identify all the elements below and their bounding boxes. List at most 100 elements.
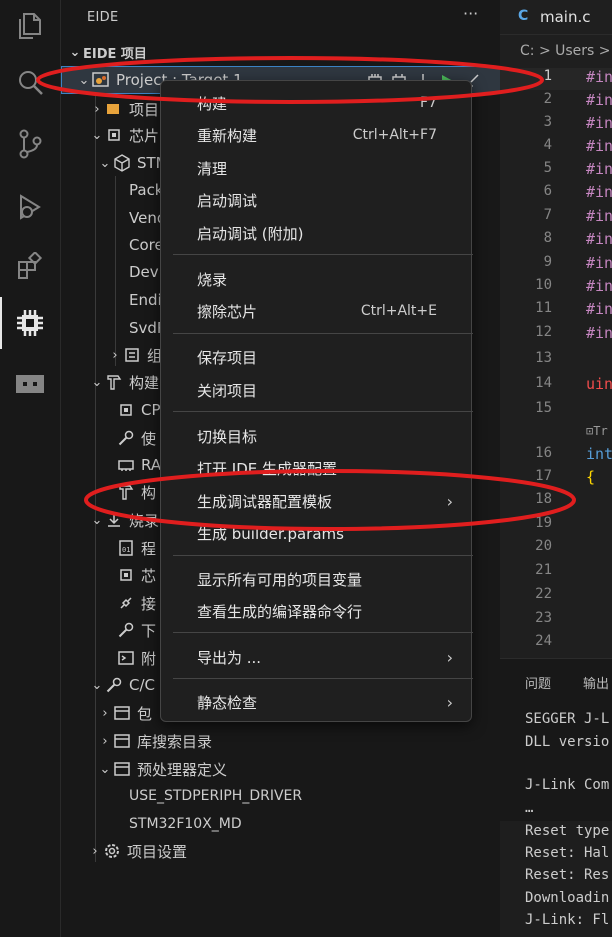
tab-problems[interactable]: 问题: [525, 673, 551, 692]
code-line: #in: [586, 114, 612, 132]
breadcrumb[interactable]: C: > Users >: [520, 43, 611, 59]
menu-item-clean[interactable]: 清理: [161, 152, 473, 184]
menu-separator: [173, 678, 473, 679]
line-number: 21: [535, 562, 552, 578]
tree-item-label: 附: [141, 649, 157, 668]
tree-item-settings[interactable]: › 项目设置: [61, 837, 501, 865]
code-line: #in: [586, 324, 612, 342]
menu-label: 清理: [197, 159, 228, 178]
menu-item-gen-builder-params[interactable]: 生成 builder.params: [161, 517, 473, 549]
menu-item-static-check[interactable]: 静态检查 ›: [161, 686, 473, 718]
flash-icon: [108, 513, 120, 527]
search-icon[interactable]: [0, 57, 60, 109]
line-number: 1: [543, 68, 552, 84]
menu-label: 启动调试 (附加): [197, 224, 304, 243]
tree-item-lib-search[interactable]: › 库搜索目录: [61, 727, 501, 755]
menu-item-build[interactable]: 构建 F7: [161, 87, 473, 119]
run-debug-icon[interactable]: [0, 181, 60, 233]
menu-separator: [173, 632, 473, 633]
menu-item-open-generator[interactable]: 打开 IDE 生成器配置: [161, 452, 473, 484]
shortcut-label: Ctrl+Alt+F7: [352, 127, 437, 143]
remote-explorer-icon[interactable]: [0, 358, 60, 410]
tree-item-preproc[interactable]: ⌄ 预处理器定义: [61, 755, 501, 783]
tree-item-define[interactable]: USE_STDPERIPH_DRIVER: [61, 782, 501, 810]
context-menu: 构建 F7 重新构建 Ctrl+Alt+F7 清理 启动调试 启动调试 (附加)…: [160, 80, 473, 722]
eide-chip-icon[interactable]: [0, 297, 60, 349]
line-number: 4: [543, 137, 552, 153]
chevron-down-icon: ⌄: [99, 761, 111, 777]
line-number: 8: [543, 230, 552, 246]
chevron-down-icon: ⌄: [99, 155, 111, 171]
line-number: 18: [535, 491, 552, 507]
menu-label: 生成 builder.params: [197, 524, 344, 543]
line-number: 14: [535, 375, 552, 391]
menu-item-start-debug[interactable]: 启动调试: [161, 184, 473, 216]
code-line: {: [586, 468, 596, 486]
chevron-right-icon: ›: [112, 347, 118, 363]
line-number: 24: [535, 633, 552, 649]
menu-item-show-compiler-cmd[interactable]: 查看生成的编译器命令行: [161, 595, 473, 627]
code-line: #in: [586, 68, 612, 86]
code-line: #in: [586, 137, 612, 155]
menu-item-close-project[interactable]: 关闭项目: [161, 374, 473, 406]
tree-item-label: 芯片: [129, 126, 160, 145]
menu-item-rebuild[interactable]: 重新构建 Ctrl+Alt+F7: [161, 119, 473, 151]
menu-item-export-as[interactable]: 导出为 ... ›: [161, 641, 473, 673]
more-actions-button[interactable]: ···: [463, 4, 478, 23]
tree-item-label: Core: [129, 236, 164, 254]
line-number: 22: [535, 586, 552, 602]
chip-icon: [120, 404, 132, 416]
list-icon: [114, 762, 130, 776]
terminal-icon: [118, 651, 134, 665]
menu-label: 关闭项目: [197, 381, 258, 400]
tree-item-label: 构建: [129, 373, 160, 392]
tree-item-label: 构: [141, 483, 157, 502]
line-number: 15: [535, 400, 552, 416]
tree-item-label: 项目设置: [127, 842, 188, 861]
tree-item-define[interactable]: STM32F10X_MD: [61, 810, 501, 838]
line-number: 6: [543, 183, 552, 199]
extensions-icon[interactable]: [0, 240, 60, 292]
line-number: 2: [543, 91, 552, 107]
section-eide-projects[interactable]: ⌄ EIDE 项目: [61, 40, 501, 64]
list-icon: [114, 734, 130, 748]
menu-label: 烧录: [197, 270, 228, 289]
explorer-icon[interactable]: [0, 0, 60, 52]
menu-label: 重新构建: [197, 126, 258, 145]
code-line: #in: [586, 230, 612, 248]
menu-item-show-vars[interactable]: 显示所有可用的项目变量: [161, 563, 473, 595]
memory-icon: [118, 460, 134, 471]
activity-bar: [0, 0, 60, 937]
plug-icon: [120, 597, 132, 609]
shortcut-label: F7: [420, 95, 437, 111]
menu-item-gen-debug-template[interactable]: 生成调试器配置模板 ›: [161, 485, 473, 517]
menu-label: 切换目标: [197, 427, 258, 446]
wrench-icon: [118, 622, 134, 638]
tree-item-label: C/C: [129, 676, 156, 694]
menu-item-flash[interactable]: 烧录: [161, 263, 473, 295]
binary-file-icon: 01: [119, 540, 133, 556]
code-line: #in: [586, 277, 612, 295]
menu-separator: [173, 333, 473, 334]
tree-item-label: 接: [141, 594, 157, 613]
tree-item-label: 芯: [141, 566, 157, 585]
gear-icon: [105, 844, 119, 858]
tree-item-label: Endi: [129, 291, 162, 309]
menu-item-switch-target[interactable]: 切换目标: [161, 420, 473, 452]
line-number: 17: [535, 468, 552, 484]
source-control-icon[interactable]: [0, 118, 60, 170]
line-number: 5: [543, 160, 552, 176]
output-line: SEGGER J-L: [525, 711, 610, 727]
menu-item-save-project[interactable]: 保存项目: [161, 341, 473, 373]
menu-item-erase[interactable]: 擦除芯片 Ctrl+Alt+E: [161, 295, 473, 327]
editor-tab[interactable]: C main.c: [500, 0, 612, 35]
tree-item-label: 程: [141, 539, 157, 558]
menu-label: 启动调试: [197, 191, 258, 210]
line-number: 13: [535, 350, 552, 366]
menu-label: 查看生成的编译器命令行: [197, 602, 363, 621]
chevron-right-icon: ›: [94, 101, 100, 117]
menu-item-start-debug-attach[interactable]: 启动调试 (附加): [161, 217, 473, 249]
menu-label: 生成调试器配置模板: [197, 492, 333, 511]
line-number: 20: [535, 538, 552, 554]
tab-output[interactable]: 输出: [583, 673, 609, 692]
